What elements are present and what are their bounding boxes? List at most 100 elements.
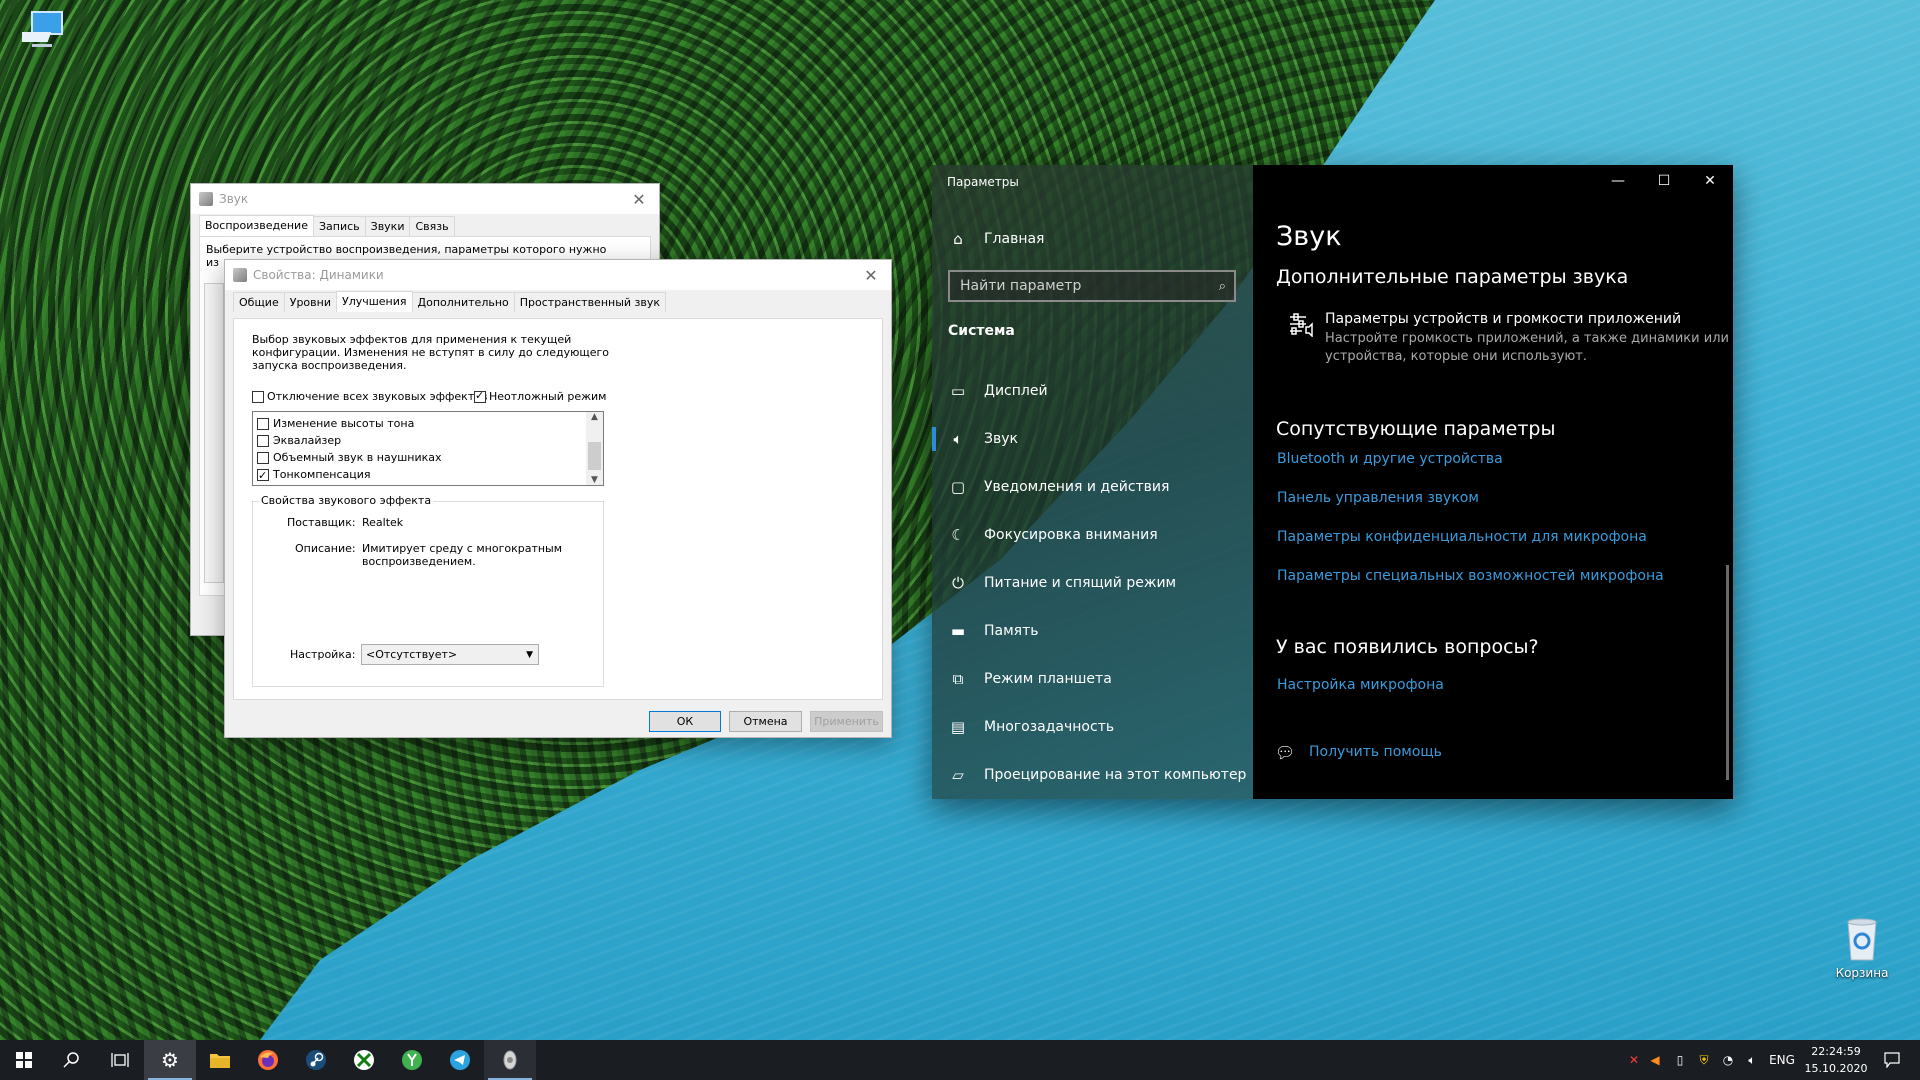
display-icon: ▭ (950, 382, 966, 400)
minimize-icon[interactable]: — (1595, 165, 1641, 197)
provider-value: Realtek (362, 516, 404, 529)
link-microphone-accessibility[interactable]: Параметры специальных возможностей микро… (1277, 568, 1664, 584)
questions-title: У вас появились вопросы? (1276, 636, 1539, 658)
task-view-button[interactable] (96, 1040, 144, 1080)
sidebar-item-focus-assist[interactable]: ☾ Фокусировка внимания (932, 515, 1253, 555)
sidebar-item-home[interactable]: ⌂ Главная (932, 219, 1253, 259)
immediate-mode-checkbox[interactable]: Неотложный режим (474, 389, 606, 403)
tray-usb-icon[interactable]: ▯ (1668, 1040, 1692, 1080)
telegram-icon (450, 1050, 470, 1070)
sliders-icon (1290, 313, 1313, 338)
link-bluetooth-devices[interactable]: Bluetooth и другие устройства (1277, 451, 1503, 467)
link-get-help[interactable]: Получить помощь (1309, 744, 1442, 760)
tab-enhancements[interactable]: Улучшения (335, 291, 413, 312)
search-input[interactable]: Найти параметр ⌕ (948, 270, 1236, 302)
recycle-bin-desktop-icon[interactable]: Корзина (1822, 916, 1902, 980)
sidebar-item-display[interactable]: ▭ Дисплей (932, 371, 1253, 411)
scroll-up-icon[interactable]: ▲ (586, 412, 603, 422)
scrollbar[interactable]: ▲ ▼ (586, 412, 603, 485)
description-label: Описание: (295, 542, 356, 555)
effect-label: Эквалайзер (273, 434, 342, 447)
sidebar-item-sound[interactable]: 🔈︎ Звук (932, 419, 1253, 459)
taskbar-steam[interactable] (292, 1040, 340, 1080)
start-icon (16, 1052, 32, 1068)
tab-communications[interactable]: Связь (409, 216, 455, 236)
cancel-button[interactable]: Отмена (729, 711, 802, 732)
close-icon[interactable]: ✕ (619, 184, 659, 214)
apply-button[interactable]: Применить (810, 711, 883, 732)
close-icon[interactable]: ✕ (1687, 165, 1733, 197)
search-button[interactable] (48, 1040, 96, 1080)
group-title: Свойства звукового эффекта (259, 494, 434, 507)
this-pc-desktop-icon[interactable] (4, 8, 84, 54)
sidebar-item-label: Питание и спящий режим (984, 575, 1177, 591)
sidebar-item-tablet[interactable]: ⧉ Режим планшета (932, 659, 1253, 699)
sound-app-icon (503, 1050, 517, 1070)
effect-label: Тонкомпенсация (273, 468, 371, 481)
tab-advanced[interactable]: Дополнительно (411, 292, 515, 312)
scroll-down-icon[interactable]: ▼ (586, 475, 603, 485)
checkbox-box[interactable] (257, 434, 269, 447)
tab-sounds[interactable]: Звуки (364, 216, 411, 236)
tab-recording[interactable]: Запись (312, 216, 366, 236)
start-button[interactable] (0, 1040, 48, 1080)
setting-dropdown[interactable]: <Отсутствует> ▼ (361, 644, 539, 665)
taskbar-sound-app[interactable] (484, 1040, 536, 1080)
tab-general[interactable]: Общие (233, 292, 285, 312)
search-icon[interactable]: ⌕ (1219, 279, 1226, 294)
taskbar-xbox[interactable] (340, 1040, 388, 1080)
red-x-icon: ✕ (1628, 1053, 1640, 1067)
taskbar-green-app[interactable] (388, 1040, 436, 1080)
disable-all-effects-checkbox[interactable]: Отключение всех звуковых эффектов (252, 390, 487, 403)
search-icon (63, 1052, 79, 1068)
close-icon[interactable]: ✕ (851, 260, 891, 290)
checkbox-box[interactable] (257, 451, 269, 464)
sidebar-item-projecting[interactable]: ▱ Проецирование на этот компьютер (932, 755, 1253, 795)
link-sound-control-panel[interactable]: Панель управления звуком (1277, 490, 1479, 506)
tray-network-icon[interactable]: ◔ (1716, 1040, 1740, 1080)
intro-line: Выбор звуковых эффектов для применения к… (252, 333, 572, 346)
tab-spatial-sound[interactable]: Пространственный звук (513, 292, 667, 312)
tab-playback[interactable]: Воспроизведение (199, 215, 314, 236)
checkbox-box[interactable] (257, 417, 269, 430)
link-setup-microphone[interactable]: Настройка микрофона (1277, 677, 1444, 693)
sound-window-title: Звук (219, 192, 249, 206)
checkbox-box[interactable] (474, 389, 486, 403)
tray-clock[interactable]: 22:24:59 15.10.2020 (1800, 1040, 1872, 1080)
action-center-button[interactable] (1872, 1040, 1912, 1080)
taskbar-firefox[interactable] (244, 1040, 292, 1080)
checkbox-box[interactable] (252, 390, 264, 403)
list-item[interactable]: Тонкомпенсация (257, 466, 442, 484)
steam-icon (306, 1050, 326, 1070)
link-microphone-privacy[interactable]: Параметры конфиденциальности для микрофо… (1277, 529, 1647, 545)
checkbox-box[interactable] (257, 467, 269, 484)
device-list[interactable] (204, 283, 224, 583)
sidebar-item-multitasking[interactable]: ▤ Многозадачность (932, 707, 1253, 747)
content-scrollbar[interactable] (1726, 565, 1729, 780)
tray-security-icon[interactable]: ⛨ (1692, 1040, 1716, 1080)
tray-app-icon[interactable]: ◀ (1644, 1040, 1666, 1080)
taskbar-settings[interactable]: ⚙ (144, 1040, 196, 1080)
app-volume-link[interactable]: Параметры устройств и громкости приложен… (1325, 311, 1681, 327)
list-item[interactable]: Объемный звук в наушниках (257, 449, 442, 466)
projecting-icon: ▱ (952, 766, 964, 784)
tray-antivirus-icon[interactable]: ✕ (1622, 1040, 1646, 1080)
sound-window-titlebar[interactable]: Звук ✕ (191, 184, 659, 214)
description-line: Имитирует среду с многократным (362, 542, 563, 555)
ok-button[interactable]: ОК (649, 711, 721, 732)
taskbar-telegram[interactable] (436, 1040, 484, 1080)
tab-levels[interactable]: Уровни (283, 292, 337, 312)
sidebar-item-power[interactable]: ⏻ Питание и спящий режим (932, 563, 1253, 603)
list-item[interactable]: Изменение высоты тона (257, 415, 442, 432)
tray-volume-icon[interactable]: 🔈︎ (1740, 1040, 1764, 1080)
sidebar-item-notifications[interactable]: ▢ Уведомления и действия (932, 467, 1253, 507)
sidebar-item-storage[interactable]: ▬ Память (932, 611, 1253, 651)
scrollbar-thumb[interactable] (588, 442, 601, 470)
tray-language[interactable]: ENG (1764, 1040, 1800, 1080)
list-item[interactable]: Эквалайзер (257, 432, 442, 449)
maximize-icon[interactable]: ☐ (1641, 165, 1687, 197)
properties-titlebar[interactable]: Свойства: Динамики ✕ (225, 260, 891, 290)
sidebar-section-title: Система (948, 323, 1015, 339)
effects-list[interactable]: Изменение высоты тона Эквалайзер Объемны… (252, 411, 604, 486)
taskbar-file-explorer[interactable] (196, 1040, 244, 1080)
